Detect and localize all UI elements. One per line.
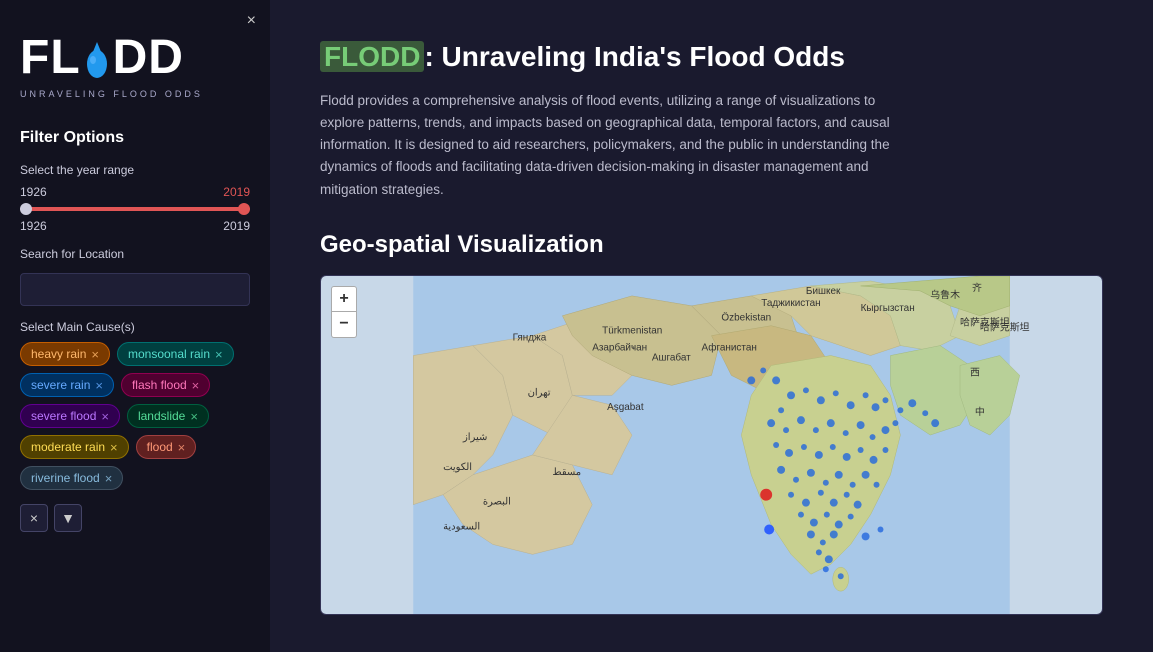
sidebar-content: Filter Options Select the year range 192… [0, 119, 270, 652]
chip-remove-icon[interactable]: × [91, 348, 99, 361]
chip-remove-icon[interactable]: × [105, 472, 113, 485]
chip-remove-icon[interactable]: × [110, 441, 118, 454]
year-values: 1926 2019 [20, 219, 250, 233]
svg-text:Aşgabat: Aşgabat [607, 402, 644, 413]
svg-text:السعودية: السعودية [443, 521, 480, 532]
year-start-label: 1926 [20, 185, 47, 199]
chip-remove-icon[interactable]: × [101, 410, 109, 423]
chip-label: flood [147, 440, 173, 454]
zoom-out-button[interactable]: − [331, 312, 357, 338]
logo-subtitle: UNRAVELING FLOOD ODDS [20, 89, 203, 99]
svg-text:Türkmenistan: Türkmenistan [602, 326, 662, 337]
svg-text:تهران: تهران [528, 387, 551, 398]
zoom-in-button[interactable]: + [331, 286, 357, 312]
chip-remove-icon[interactable]: × [192, 379, 200, 392]
svg-text:مسقط: مسقط [552, 467, 581, 478]
slider-fill [20, 207, 250, 211]
chip-flash-flood[interactable]: flash flood × [121, 373, 210, 397]
map-container: + − [320, 275, 1103, 615]
page-title: FLODD: Unraveling India's Flood Odds [320, 40, 1103, 74]
chip-severe-flood[interactable]: severe flood × [20, 404, 120, 428]
location-label: Search for Location [20, 247, 250, 261]
svg-text:齐: 齐 [972, 281, 982, 294]
chip-label: riverine flood [31, 471, 100, 485]
chip-remove-icon[interactable]: × [215, 348, 223, 361]
year-value-start: 1926 [20, 219, 47, 233]
chip-remove-icon[interactable]: × [178, 441, 186, 454]
logo-dd: DD [113, 30, 184, 85]
chip-label: severe flood [31, 409, 96, 423]
sidebar: × FL DD UNRAVELING FLOOD ODDS Filter Opt… [0, 0, 270, 652]
location-search-input[interactable] [20, 273, 250, 306]
chip-severe-rain[interactable]: severe rain × [20, 373, 114, 397]
svg-text:西: 西 [970, 367, 980, 378]
chip-monsoonal-rain[interactable]: monsoonal rain × [117, 342, 234, 366]
slider-thumb-right[interactable] [238, 203, 250, 215]
chip-landslide[interactable]: landslide × [127, 404, 209, 428]
svg-text:Азарбайҹан: Азарбайҹан [592, 342, 647, 353]
slider-thumb-left[interactable] [20, 203, 32, 215]
chip-label: severe rain [31, 378, 90, 392]
svg-text:中: 中 [975, 405, 985, 418]
year-range-label: Select the year range [20, 163, 250, 177]
chip-riverine-flood[interactable]: riverine flood × [20, 466, 123, 490]
chip-remove-icon[interactable]: × [190, 410, 198, 423]
title-highlight: FLODD [320, 41, 424, 72]
close-button[interactable]: × [247, 12, 256, 30]
svg-text:乌鲁木: 乌鲁木 [930, 288, 960, 301]
map-zoom-controls: + − [331, 286, 357, 338]
clear-icon: × [30, 510, 38, 526]
map-background: + − [321, 276, 1102, 614]
svg-text:Ашгабат: Ашгабат [652, 352, 691, 363]
chip-moderate-rain[interactable]: moderate rain × [20, 435, 129, 459]
main-content: FLODD: Unraveling India's Flood Odds Flo… [270, 0, 1153, 652]
section-geo-title: Geo-spatial Visualization [320, 231, 1103, 259]
chip-label: landslide [138, 409, 185, 423]
causes-label: Select Main Cause(s) [20, 320, 250, 334]
chip-label: monsoonal rain [128, 347, 210, 361]
svg-text:الكويت: الكويت [443, 462, 472, 473]
svg-text:Özbekistan: Özbekistan [721, 313, 771, 324]
svg-text:Таджикистан: Таджикистан [761, 298, 820, 309]
dropdown-toggle[interactable]: ▼ [54, 504, 82, 532]
svg-text:Гянджа: Гянджа [513, 333, 547, 344]
logo: FL DD [20, 30, 184, 85]
chip-label: flash flood [132, 378, 187, 392]
chip-remove-icon[interactable]: × [95, 379, 103, 392]
svg-text:البصرة: البصرة [483, 497, 511, 508]
title-rest: : Unraveling India's Flood Odds [424, 41, 844, 72]
chip-label: heavy rain [31, 347, 86, 361]
year-value-end: 2019 [223, 219, 250, 233]
chevron-down-icon: ▼ [61, 510, 75, 526]
dropdown-row: × ▼ [20, 504, 250, 532]
year-slider-track[interactable] [20, 207, 250, 211]
chips-container: heavy rain × monsoonal rain × severe rai… [20, 342, 250, 490]
page-description: Flodd provides a comprehensive analysis … [320, 90, 900, 201]
svg-text:Кыргызстан: Кыргызстан [861, 303, 915, 314]
logo-section: FL DD UNRAVELING FLOOD ODDS [0, 0, 270, 119]
logo-drop-icon [82, 34, 112, 82]
svg-text:Бишкек: Бишкек [806, 286, 841, 297]
chip-label: moderate rain [31, 440, 105, 454]
svg-text:شیراز: شیراز [462, 432, 487, 443]
chip-flood[interactable]: flood × [136, 435, 197, 459]
svg-text:哈萨克斯坦: 哈萨克斯坦 [980, 321, 1030, 334]
chip-heavy-rain[interactable]: heavy rain × [20, 342, 110, 366]
svg-text:Афганистан: Афганистан [702, 342, 757, 353]
year-end-label: 2019 [223, 185, 250, 199]
year-range-labels: 1926 2019 [20, 185, 250, 199]
filter-title: Filter Options [20, 129, 250, 147]
clear-button[interactable]: × [20, 504, 48, 532]
map-svg: Türkmenistan Özbekistan Кыргызстан 乌鲁木 齐… [321, 276, 1102, 614]
logo-fl: FL [20, 30, 81, 85]
